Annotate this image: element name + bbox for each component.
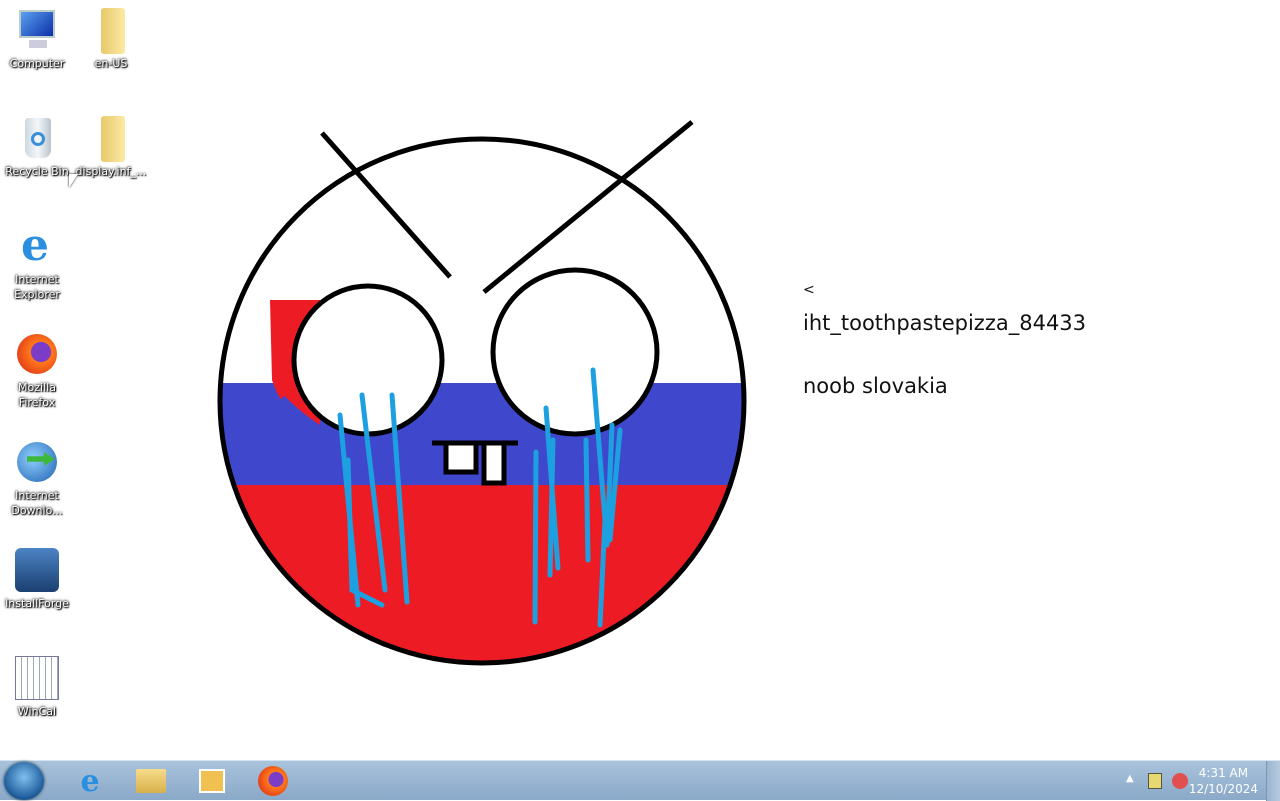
desktop-icon-firefox[interactable]: Mozilla Firefox [0,330,74,410]
desktop-icon-internet-download-manager[interactable]: Internet Downlo... [0,438,74,518]
clock[interactable]: 4:31 AM 12/10/2024 [1189,765,1258,797]
wallpaper-drawing [217,120,747,666]
wallpaper-text-username: iht_toothpastepizza_84433 [803,311,1087,335]
calendar-icon [13,654,61,702]
show-desktop-button[interactable] [1266,761,1280,801]
volume-muted-icon[interactable] [1172,773,1188,789]
taskbar-internet-explorer[interactable]: e [62,763,118,799]
desktop-icon-wincal[interactable]: WinCal [0,654,74,719]
taskbar-media-player[interactable] [184,763,240,799]
start-button[interactable] [4,762,44,800]
taskbar: e ▲ 4:31 AM 12/10/2024 [0,760,1280,801]
file-explorer-icon [136,769,166,793]
desktop-icon-computer[interactable]: Computer [0,6,74,71]
desktop-icon-display-inf[interactable]: display.inf_... [74,114,148,179]
clock-date: 12/10/2024 [1188,782,1258,796]
desktop-icon-en-us[interactable]: en-US [74,6,148,71]
recycle-bin-icon [13,114,61,162]
media-player-icon [199,769,225,793]
wallpaper-text-caption: noob slovakia [803,374,948,398]
folder-icon [87,114,135,162]
folder-icon [87,6,135,54]
internet-explorer-icon: e [21,220,49,271]
wallpaper-text-arrow: < [803,282,815,298]
internet-download-manager-icon [13,438,61,486]
desktop-icon-internet-explorer[interactable]: e Internet Explorer [0,222,74,302]
firefox-icon [258,766,288,796]
taskbar-file-explorer[interactable] [123,763,179,799]
desktop-icon-installforge[interactable]: InstallForge [0,546,74,611]
show-hidden-icons-button[interactable]: ▲ [1126,773,1134,784]
firefox-icon [13,330,61,378]
network-icon[interactable] [1148,773,1162,789]
mouse-cursor [69,174,78,188]
taskbar-firefox[interactable] [245,763,301,799]
desktop-icon-recycle-bin[interactable]: Recycle Bin [0,114,74,179]
installforge-icon [13,546,61,594]
clock-time: 4:31 AM [1198,766,1249,780]
internet-explorer-icon: e [80,763,100,799]
computer-icon [13,6,61,54]
